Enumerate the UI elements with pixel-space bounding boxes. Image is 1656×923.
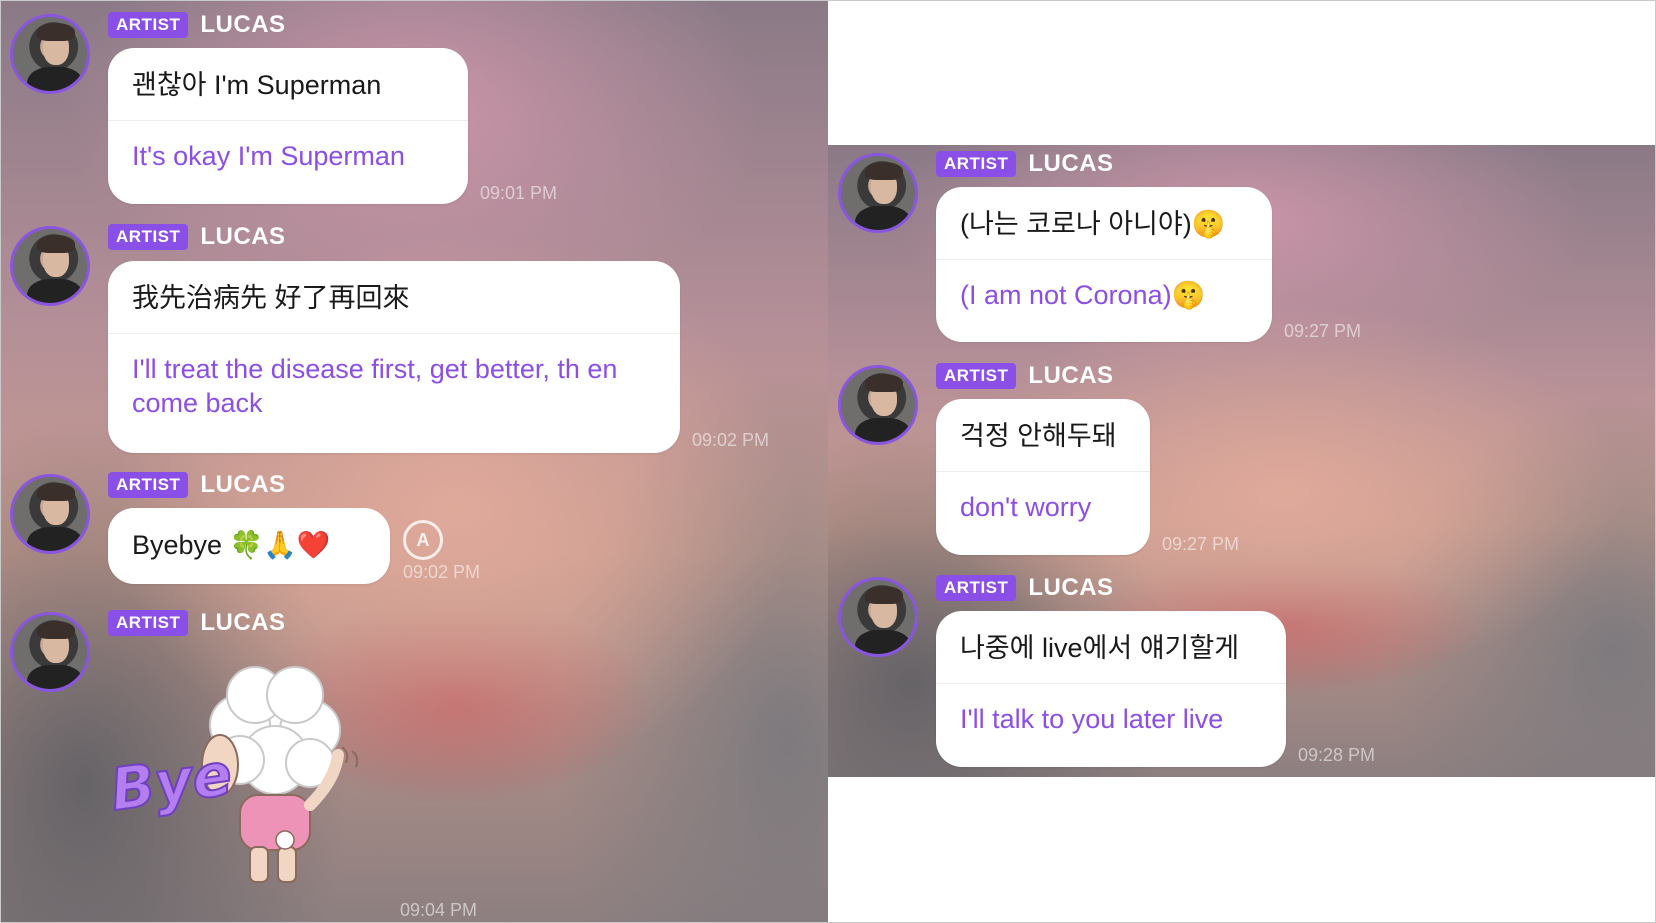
- message-time: 09:27 PM: [1284, 321, 1362, 341]
- artist-avatar[interactable]: [838, 365, 918, 445]
- artist-badge: ARTIST: [108, 610, 189, 636]
- original-text: 나중에 live에서 얘기할게: [936, 611, 1286, 684]
- artist-badge: ARTIST: [936, 151, 1017, 177]
- message-bubble[interactable]: (나는 코로나 아니야)🤫 (I am not Corona)🤫: [936, 187, 1272, 342]
- message-bubble[interactable]: 걱정 안해두돼 don't worry: [936, 399, 1150, 555]
- artist-avatar[interactable]: [10, 612, 90, 692]
- artist-avatar[interactable]: [10, 474, 90, 554]
- message-header: ARTIST LUCAS: [108, 471, 286, 498]
- sender-name: LUCAS: [200, 11, 286, 38]
- message-header: ARTIST LUCAS: [936, 150, 1114, 177]
- frame-left: [0, 0, 1, 923]
- message-time: 09:28 PM: [1298, 745, 1376, 765]
- message-header: ARTIST LUCAS: [108, 11, 286, 38]
- artist-badge: ARTIST: [108, 12, 189, 38]
- original-text: 我先治病先 好了再回來: [108, 261, 680, 334]
- original-text: 걱정 안해두돼: [936, 399, 1150, 472]
- artist-badge: ARTIST: [108, 472, 189, 498]
- sender-name: LUCAS: [1028, 362, 1114, 389]
- sticker-text: Bye: [110, 740, 236, 824]
- message-time: 09:02 PM: [403, 562, 481, 582]
- message-time: 09:02 PM: [692, 430, 770, 450]
- translated-text: (I am not Corona)🤫: [960, 280, 1206, 310]
- chat-panel-right: ARTIST LUCAS (나는 코로나 아니야)🤫 (I am not Cor…: [828, 145, 1656, 777]
- sender-name: LUCAS: [200, 471, 286, 498]
- original-text: (나는 코로나 아니야)🤫: [936, 187, 1272, 260]
- original-text: 괜찮아 I'm Superman: [108, 48, 468, 121]
- artist-avatar[interactable]: [838, 153, 918, 233]
- message-bubble[interactable]: 我先治病先 好了再回來 I'll treat the disease first…: [108, 261, 680, 453]
- message-bubble[interactable]: 괜찮아 I'm Superman It's okay I'm Superman: [108, 48, 468, 204]
- artist-avatar[interactable]: [10, 14, 90, 94]
- message-time: 09:27 PM: [1162, 534, 1240, 554]
- artist-badge: ARTIST: [936, 363, 1017, 389]
- sender-name: LUCAS: [200, 609, 286, 636]
- artist-badge: ARTIST: [936, 575, 1017, 601]
- message-time: 09:01 PM: [480, 183, 558, 203]
- translated-text: I'll treat the disease first, get better…: [132, 354, 618, 418]
- translated-text: It's okay I'm Superman: [132, 141, 405, 171]
- artist-avatar[interactable]: [10, 226, 90, 306]
- frame-top: [0, 0, 1656, 1]
- sender-name: LUCAS: [1028, 150, 1114, 177]
- artist-badge: ARTIST: [108, 224, 189, 250]
- artist-avatar[interactable]: [838, 577, 918, 657]
- translate-icon[interactable]: A: [403, 520, 443, 560]
- message-header: ARTIST LUCAS: [108, 223, 286, 250]
- message-header: ARTIST LUCAS: [936, 574, 1114, 601]
- translated-text: don't worry: [960, 492, 1092, 522]
- message-header: ARTIST LUCAS: [108, 609, 286, 636]
- original-text: Byebye 🍀🙏❤️: [132, 530, 331, 560]
- translated-text: I'll talk to you later live: [960, 704, 1224, 734]
- sender-name: LUCAS: [1028, 574, 1114, 601]
- message-bubble[interactable]: 나중에 live에서 얘기할게 I'll talk to you later l…: [936, 611, 1286, 767]
- message-time: 09:04 PM: [400, 900, 478, 920]
- sender-name: LUCAS: [200, 223, 286, 250]
- message-bubble[interactable]: Byebye 🍀🙏❤️: [108, 508, 390, 584]
- message-header: ARTIST LUCAS: [936, 362, 1114, 389]
- bye-sticker[interactable]: Bye: [110, 655, 380, 910]
- chat-panel-left: ARTIST LUCAS 괜찮아 I'm Superman It's okay …: [0, 0, 828, 923]
